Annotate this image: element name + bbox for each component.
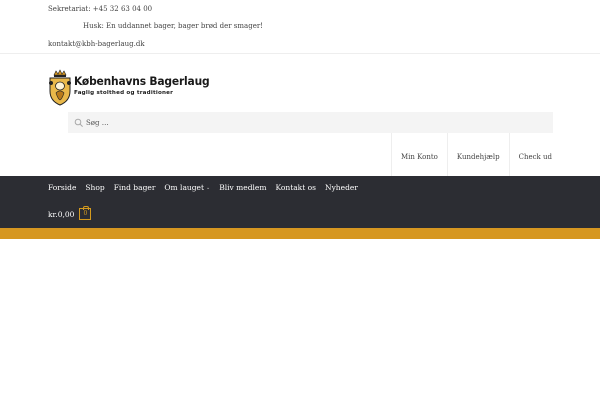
nav-item-nyheder[interactable]: Nyheder	[325, 183, 358, 192]
logo-name: Københavns Bagerlaug	[74, 74, 210, 88]
top-info-bar: Sekretariat: +45 32 63 04 00 Husk: En ud…	[0, 0, 600, 54]
chevron-down-icon: ⌄	[206, 185, 211, 191]
cart-bag-icon: 0	[79, 206, 92, 220]
nav-item-om-lauget[interactable]: Om lauget ⌄	[164, 183, 210, 192]
logo-tagline: Faglig stolthed og traditioner	[74, 90, 174, 96]
site-logo[interactable]: Københavns Bagerlaug Faglig stolthed og …	[47, 69, 210, 109]
cart-count: 0	[83, 210, 88, 217]
search-input[interactable]	[86, 112, 546, 133]
nav-item-bliv-medlem[interactable]: Bliv medlem	[219, 183, 266, 192]
checkout-link[interactable]: Check ud	[508, 133, 554, 176]
accent-divider	[0, 228, 600, 239]
nav-item-find-bager[interactable]: Find bager	[114, 183, 156, 192]
customer-help-link[interactable]: Kundehjælp	[446, 133, 509, 176]
email-link[interactable]: kontakt@kbh-bagerlaug.dk	[48, 40, 145, 48]
my-account-link[interactable]: Min Konto	[390, 133, 447, 176]
slogan-text: Husk: En uddannet bager, bager brød der …	[83, 22, 263, 30]
bakers-crest-icon	[49, 69, 71, 106]
nav-item-om-lauget-label: Om lauget	[164, 183, 205, 192]
search-bar	[68, 112, 553, 133]
nav-item-kontakt-os[interactable]: Kontakt os	[275, 183, 316, 192]
secondary-nav: Min Konto Kundehjælp Check ud	[390, 133, 554, 176]
nav-item-shop[interactable]: Shop	[85, 183, 104, 192]
nav-item-forside[interactable]: Forside	[48, 183, 76, 192]
cart-button[interactable]: kr.0,00 0	[48, 206, 92, 220]
search-icon	[74, 118, 83, 127]
phone-text: Sekretariat: +45 32 63 04 00	[48, 5, 153, 13]
cart-amount: kr.0,00	[48, 209, 75, 219]
main-nav: Forside Shop Find bager Om lauget ⌄ Bliv …	[0, 176, 600, 228]
